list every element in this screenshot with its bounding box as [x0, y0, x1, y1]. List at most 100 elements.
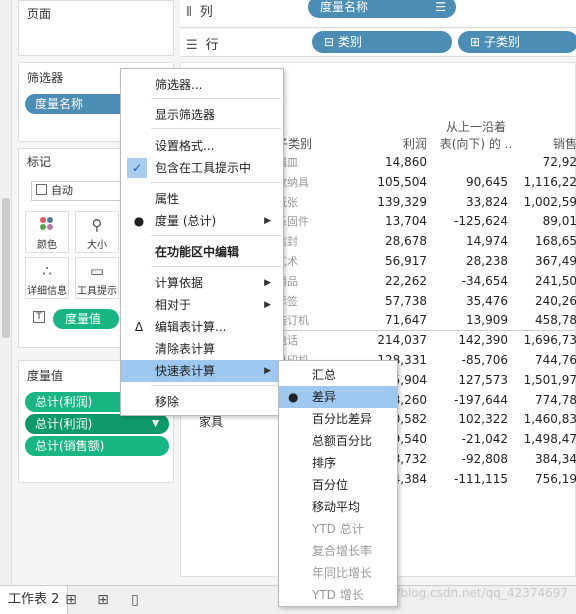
diff-cell[interactable]: 142,390: [436, 331, 508, 350]
submenu-moving-average[interactable]: 移动平均: [279, 496, 397, 518]
sales-cell[interactable]: 744,76: [521, 351, 576, 370]
menu-filter[interactable]: 筛选器...: [121, 74, 283, 96]
diff-cell[interactable]: -34,654: [436, 272, 508, 291]
menu-show-filter[interactable]: 显示筛选器: [121, 104, 283, 126]
diff-cell[interactable]: 33,824: [436, 193, 508, 212]
columns-pill-measure-names[interactable]: 度量名称 ☰: [308, 0, 456, 18]
profit-cell[interactable]: 13,704: [371, 212, 427, 231]
sales-cell[interactable]: 756,19: [521, 470, 576, 489]
pages-card[interactable]: 页面: [18, 0, 174, 56]
diff-cell[interactable]: -111,115: [436, 470, 508, 489]
header-sales: 销售: [552, 137, 576, 151]
profit-cell[interactable]: 22,262: [371, 272, 427, 291]
measure-pill[interactable]: 总计(销售额): [25, 436, 169, 456]
sales-cell[interactable]: 1,460,83: [521, 410, 576, 429]
new-worksheet-icon[interactable]: ⊞: [62, 592, 80, 608]
measure-pill-selected[interactable]: 总计(利润) ▼: [25, 414, 169, 434]
submenu-yoy-growth[interactable]: 年同比增长: [279, 562, 397, 584]
diff-cell[interactable]: 35,476: [436, 292, 508, 311]
submenu-percent-of-total[interactable]: 总额百分比: [279, 430, 397, 452]
measure-pill[interactable]: 总计(利润): [25, 392, 129, 412]
sales-cell[interactable]: 240,26: [521, 292, 576, 311]
submenu-ytd-growth[interactable]: YTD 增长: [279, 584, 397, 606]
diff-cell[interactable]: 14,974: [436, 232, 508, 251]
sort-icon[interactable]: ☰: [435, 0, 446, 18]
menu-relative-to[interactable]: 相对于 ▶: [121, 294, 283, 316]
sales-cell[interactable]: 1,501,97: [521, 371, 576, 390]
menu-edit-table-calc[interactable]: Δ 编辑表计算...: [121, 316, 283, 338]
submenu-arrow-icon: ▶: [264, 300, 271, 310]
diff-cell[interactable]: -197,644: [436, 391, 508, 410]
rows-shelf[interactable]: ☰ 行 ⊟ 类别 ⊞ 子类别: [180, 29, 576, 57]
submenu-percent-difference[interactable]: 百分比差异: [279, 408, 397, 430]
sales-cell[interactable]: 458,78: [521, 311, 576, 330]
tooltip-button[interactable]: ▭ 工具提示: [75, 257, 119, 299]
submenu-rank[interactable]: 排序: [279, 452, 397, 474]
rows-pill-subcategory[interactable]: ⊞ 子类别: [458, 31, 576, 53]
submenu-difference[interactable]: ● 差异: [279, 386, 397, 408]
sheet-tab[interactable]: 工作表 2: [0, 586, 69, 614]
menu-clear-table-calc[interactable]: 清除表计算: [121, 338, 283, 360]
profit-cell[interactable]: 214,037: [371, 331, 427, 350]
color-button[interactable]: 颜色: [25, 211, 69, 253]
marks-pill-measure-values[interactable]: 度量值: [53, 309, 119, 329]
sales-cell[interactable]: 89,01: [521, 212, 576, 231]
profit-cell[interactable]: 105,504: [371, 173, 427, 192]
menu-quick-table-calc[interactable]: 快速表计算 ▶: [121, 360, 283, 382]
sales-cell[interactable]: 774,78: [521, 391, 576, 410]
profit-cell[interactable]: 14,860: [371, 153, 427, 172]
size-button[interactable]: ⚲ 大小: [75, 211, 119, 253]
menu-measure-sum[interactable]: ● 度量 (总计) ▶: [121, 210, 283, 232]
diff-cell[interactable]: -92,808: [436, 450, 508, 469]
submenu-ytd-total[interactable]: YTD 总计: [279, 518, 397, 540]
new-dashboard-icon[interactable]: ⊞: [94, 592, 112, 608]
scrollbar-thumb[interactable]: [2, 198, 10, 338]
diff-cell[interactable]: -125,624: [436, 212, 508, 231]
diff-cell[interactable]: 90,645: [436, 173, 508, 192]
diff-cell[interactable]: -85,706: [436, 351, 508, 370]
sales-cell[interactable]: 241,50: [521, 272, 576, 291]
selected-dot-icon: ●: [133, 214, 145, 228]
menu-edit-in-shelf[interactable]: 在功能区中编辑: [121, 241, 283, 263]
profit-cell[interactable]: 28,678: [371, 232, 427, 251]
columns-shelf[interactable]: ⦀ 列 度量名称 ☰: [180, 0, 576, 28]
sales-cell[interactable]: 1,696,73: [521, 331, 576, 350]
profit-cell[interactable]: 56,917: [371, 252, 427, 271]
submenu-running-total[interactable]: 汇总: [279, 364, 397, 386]
menu-attribute[interactable]: 属性: [121, 188, 283, 210]
profit-cell[interactable]: 57,738: [371, 292, 427, 311]
header-difference-line2: 表(向下) 的 ..: [439, 137, 513, 151]
diff-cell[interactable]: -21,042: [436, 430, 508, 449]
sales-cell[interactable]: 168,65: [521, 232, 576, 251]
sales-cell[interactable]: 1,116,22: [521, 173, 576, 192]
diff-cell[interactable]: 127,573: [436, 371, 508, 390]
menu-remove[interactable]: 移除: [121, 391, 283, 413]
profit-cell[interactable]: 139,329: [371, 193, 427, 212]
profit-cell[interactable]: 71,647: [371, 311, 427, 330]
sales-cell[interactable]: 384,34: [521, 450, 576, 469]
rows-pill-category[interactable]: ⊟ 类别: [312, 31, 452, 53]
sales-cell[interactable]: 1,498,47: [521, 430, 576, 449]
menu-include-in-tooltip[interactable]: ✓ 包含在工具提示中: [121, 157, 283, 179]
left-scroll-strip[interactable]: [0, 0, 12, 585]
diff-cell[interactable]: 28,238: [436, 252, 508, 271]
menu-format[interactable]: 设置格式...: [121, 135, 283, 157]
filter-pill-measure-names[interactable]: 度量名称: [25, 94, 135, 114]
menu-compute-using[interactable]: 计算依据 ▶: [121, 272, 283, 294]
submenu-compound-growth[interactable]: 复合增长率: [279, 540, 397, 562]
submenu-percentile[interactable]: 百分位: [279, 474, 397, 496]
sales-cell[interactable]: 72,92: [521, 153, 576, 172]
diff-cell[interactable]: [436, 153, 508, 172]
detail-button[interactable]: ∴ 详细信息: [25, 257, 69, 299]
quick-table-calc-submenu: 汇总 ● 差异 百分比差异 总额百分比 排序 百分位 移动平均 YTD 总计 复合…: [278, 360, 398, 607]
sales-cell[interactable]: 1,002,59: [521, 193, 576, 212]
pill-dropdown-icon[interactable]: ▼: [152, 414, 159, 434]
new-story-icon[interactable]: ▯: [126, 592, 144, 608]
submenu-arrow-icon: ▶: [264, 216, 271, 226]
checkmark-icon: ✓: [127, 158, 147, 178]
size-icon: ⚲: [91, 216, 103, 234]
diff-cell[interactable]: 102,322: [436, 410, 508, 429]
menu-separator: [151, 98, 281, 99]
diff-cell[interactable]: 13,909: [436, 311, 508, 330]
sales-cell[interactable]: 367,49: [521, 252, 576, 271]
